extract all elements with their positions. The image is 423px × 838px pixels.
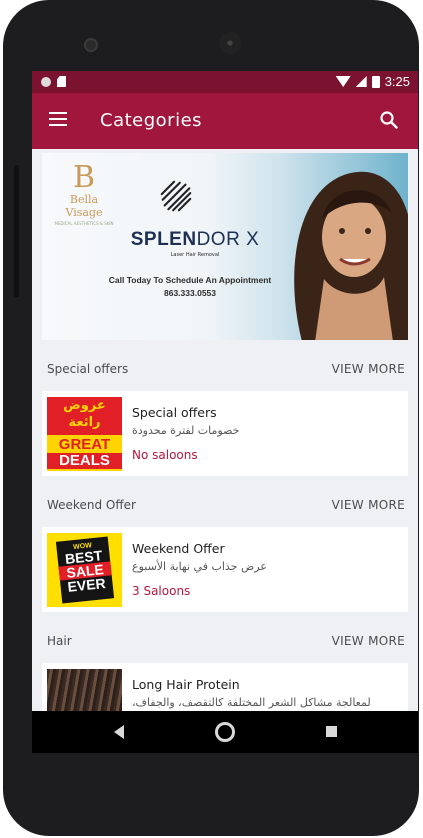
section-header-special-offers: Special offers VIEW MORE	[47, 362, 405, 382]
card-saloon-count: 3 Saloons	[132, 584, 191, 598]
section-title: Special offers	[47, 362, 129, 376]
bella-visage-logo: B Bella Visage MEDICAL AESTHETICS & SKIN	[54, 160, 114, 227]
special-offers-thumbnail: عروض رائعة GREAT DEALS	[47, 397, 122, 471]
view-more-button[interactable]: VIEW MORE	[332, 634, 405, 648]
status-right: 3:25	[335, 74, 410, 89]
status-time: 3:25	[384, 74, 410, 89]
section-header-weekend-offer: Weekend Offer VIEW MORE	[47, 498, 405, 518]
wifi-icon	[335, 76, 351, 87]
notification-dot-icon	[41, 77, 51, 87]
card-description: خصومات لفترة محدودة	[132, 424, 240, 437]
search-icon[interactable]	[379, 110, 399, 130]
menu-icon[interactable]	[49, 112, 67, 126]
call-to-action: Call Today To Schedule An Appointment 86…	[108, 275, 272, 298]
speaker-grille	[219, 32, 241, 54]
screen: 3:25 Categories B Bella Visage MEDICAL A…	[32, 71, 418, 711]
splendor-brand: SPLENDOR X Laser Hair Removal	[130, 229, 260, 258]
home-icon[interactable]	[215, 722, 235, 742]
model-photo	[294, 171, 408, 340]
page-title: Categories	[100, 110, 203, 131]
sd-card-icon	[57, 76, 66, 87]
card-title: Weekend Offer	[132, 541, 225, 556]
category-card-special-offers[interactable]: عروض رائعة GREAT DEALS Special offers خص…	[42, 391, 408, 476]
category-card-weekend-offer[interactable]: WOW BEST SALE EVER Weekend Offer عرض جذا…	[42, 527, 408, 612]
battery-icon	[371, 75, 380, 88]
signal-icon	[355, 76, 367, 87]
side-button	[14, 165, 19, 297]
back-icon[interactable]	[114, 725, 124, 739]
status-bar: 3:25	[32, 71, 418, 93]
app-bar: Categories	[32, 93, 418, 149]
section-title: Hair	[47, 634, 72, 648]
card-saloon-count: No saloons	[132, 448, 198, 462]
card-title: Long Hair Protein	[132, 677, 240, 692]
hair-thumbnail	[47, 669, 122, 711]
recents-icon[interactable]	[326, 726, 337, 737]
splendor-emblem-icon	[160, 180, 192, 212]
view-more-button[interactable]: VIEW MORE	[332, 498, 405, 512]
card-description: عرض جذاب في نهاية الأسبوع	[132, 560, 267, 573]
view-more-button[interactable]: VIEW MORE	[332, 362, 405, 376]
card-description: لمعالجة مشاكل الشعر المختلفة كالتقصف، وا…	[132, 696, 371, 709]
category-card-hair[interactable]: Long Hair Protein لمعالجة مشاكل الشعر ال…	[42, 663, 408, 711]
weekend-offer-thumbnail: WOW BEST SALE EVER	[47, 533, 122, 607]
android-nav-bar	[32, 711, 418, 753]
card-title: Special offers	[132, 405, 217, 420]
front-camera	[84, 38, 98, 52]
promo-banner[interactable]: B Bella Visage MEDICAL AESTHETICS & SKIN…	[42, 153, 408, 340]
section-header-hair: Hair VIEW MORE	[47, 634, 405, 654]
section-title: Weekend Offer	[47, 498, 136, 512]
